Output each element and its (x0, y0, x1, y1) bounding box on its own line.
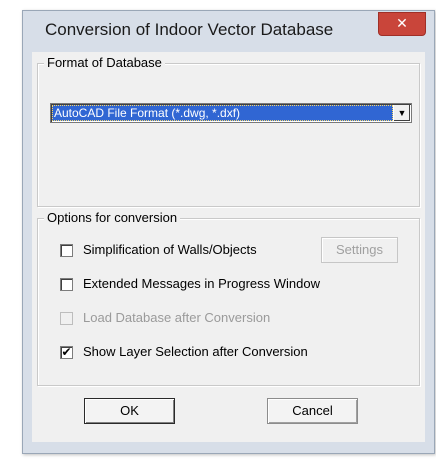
chevron-down-icon[interactable]: ▼ (393, 105, 410, 121)
dialog-client-area: Format of Database AutoCAD File Format (… (32, 52, 425, 442)
close-button[interactable]: ✕ (378, 12, 426, 36)
ok-button[interactable]: OK (84, 398, 175, 424)
dialog-window: Conversion of Indoor Vector Database ✕ F… (22, 10, 435, 454)
simplification-checkbox[interactable] (60, 244, 73, 257)
checkmark-icon: ✔ (61, 345, 72, 359)
option-label: Simplification of Walls/Objects (83, 242, 257, 257)
format-group: Format of Database AutoCAD File Format (… (37, 55, 420, 207)
dialog-title: Conversion of Indoor Vector Database (45, 20, 334, 39)
cancel-button[interactable]: Cancel (267, 398, 358, 424)
settings-button[interactable]: Settings (321, 237, 398, 263)
show-layer-selection-checkbox[interactable]: ✔ (60, 346, 73, 359)
option-label: Load Database after Conversion (83, 310, 271, 325)
option-label: Show Layer Selection after Conversion (83, 344, 308, 359)
close-icon: ✕ (396, 15, 408, 31)
extended-messages-checkbox[interactable] (60, 278, 73, 291)
format-select-value: AutoCAD File Format (*.dwg, *.dxf) (52, 105, 393, 121)
option-label: Extended Messages in Progress Window (83, 276, 321, 291)
options-group: Options for conversion Simplification of… (37, 210, 420, 386)
load-database-checkbox (60, 312, 73, 325)
format-select[interactable]: AutoCAD File Format (*.dwg, *.dxf) ▼ (50, 103, 412, 123)
format-group-legend: Format of Database (44, 55, 165, 70)
options-group-legend: Options for conversion (44, 210, 181, 225)
title-bar[interactable]: Conversion of Indoor Vector Database ✕ (23, 11, 434, 51)
